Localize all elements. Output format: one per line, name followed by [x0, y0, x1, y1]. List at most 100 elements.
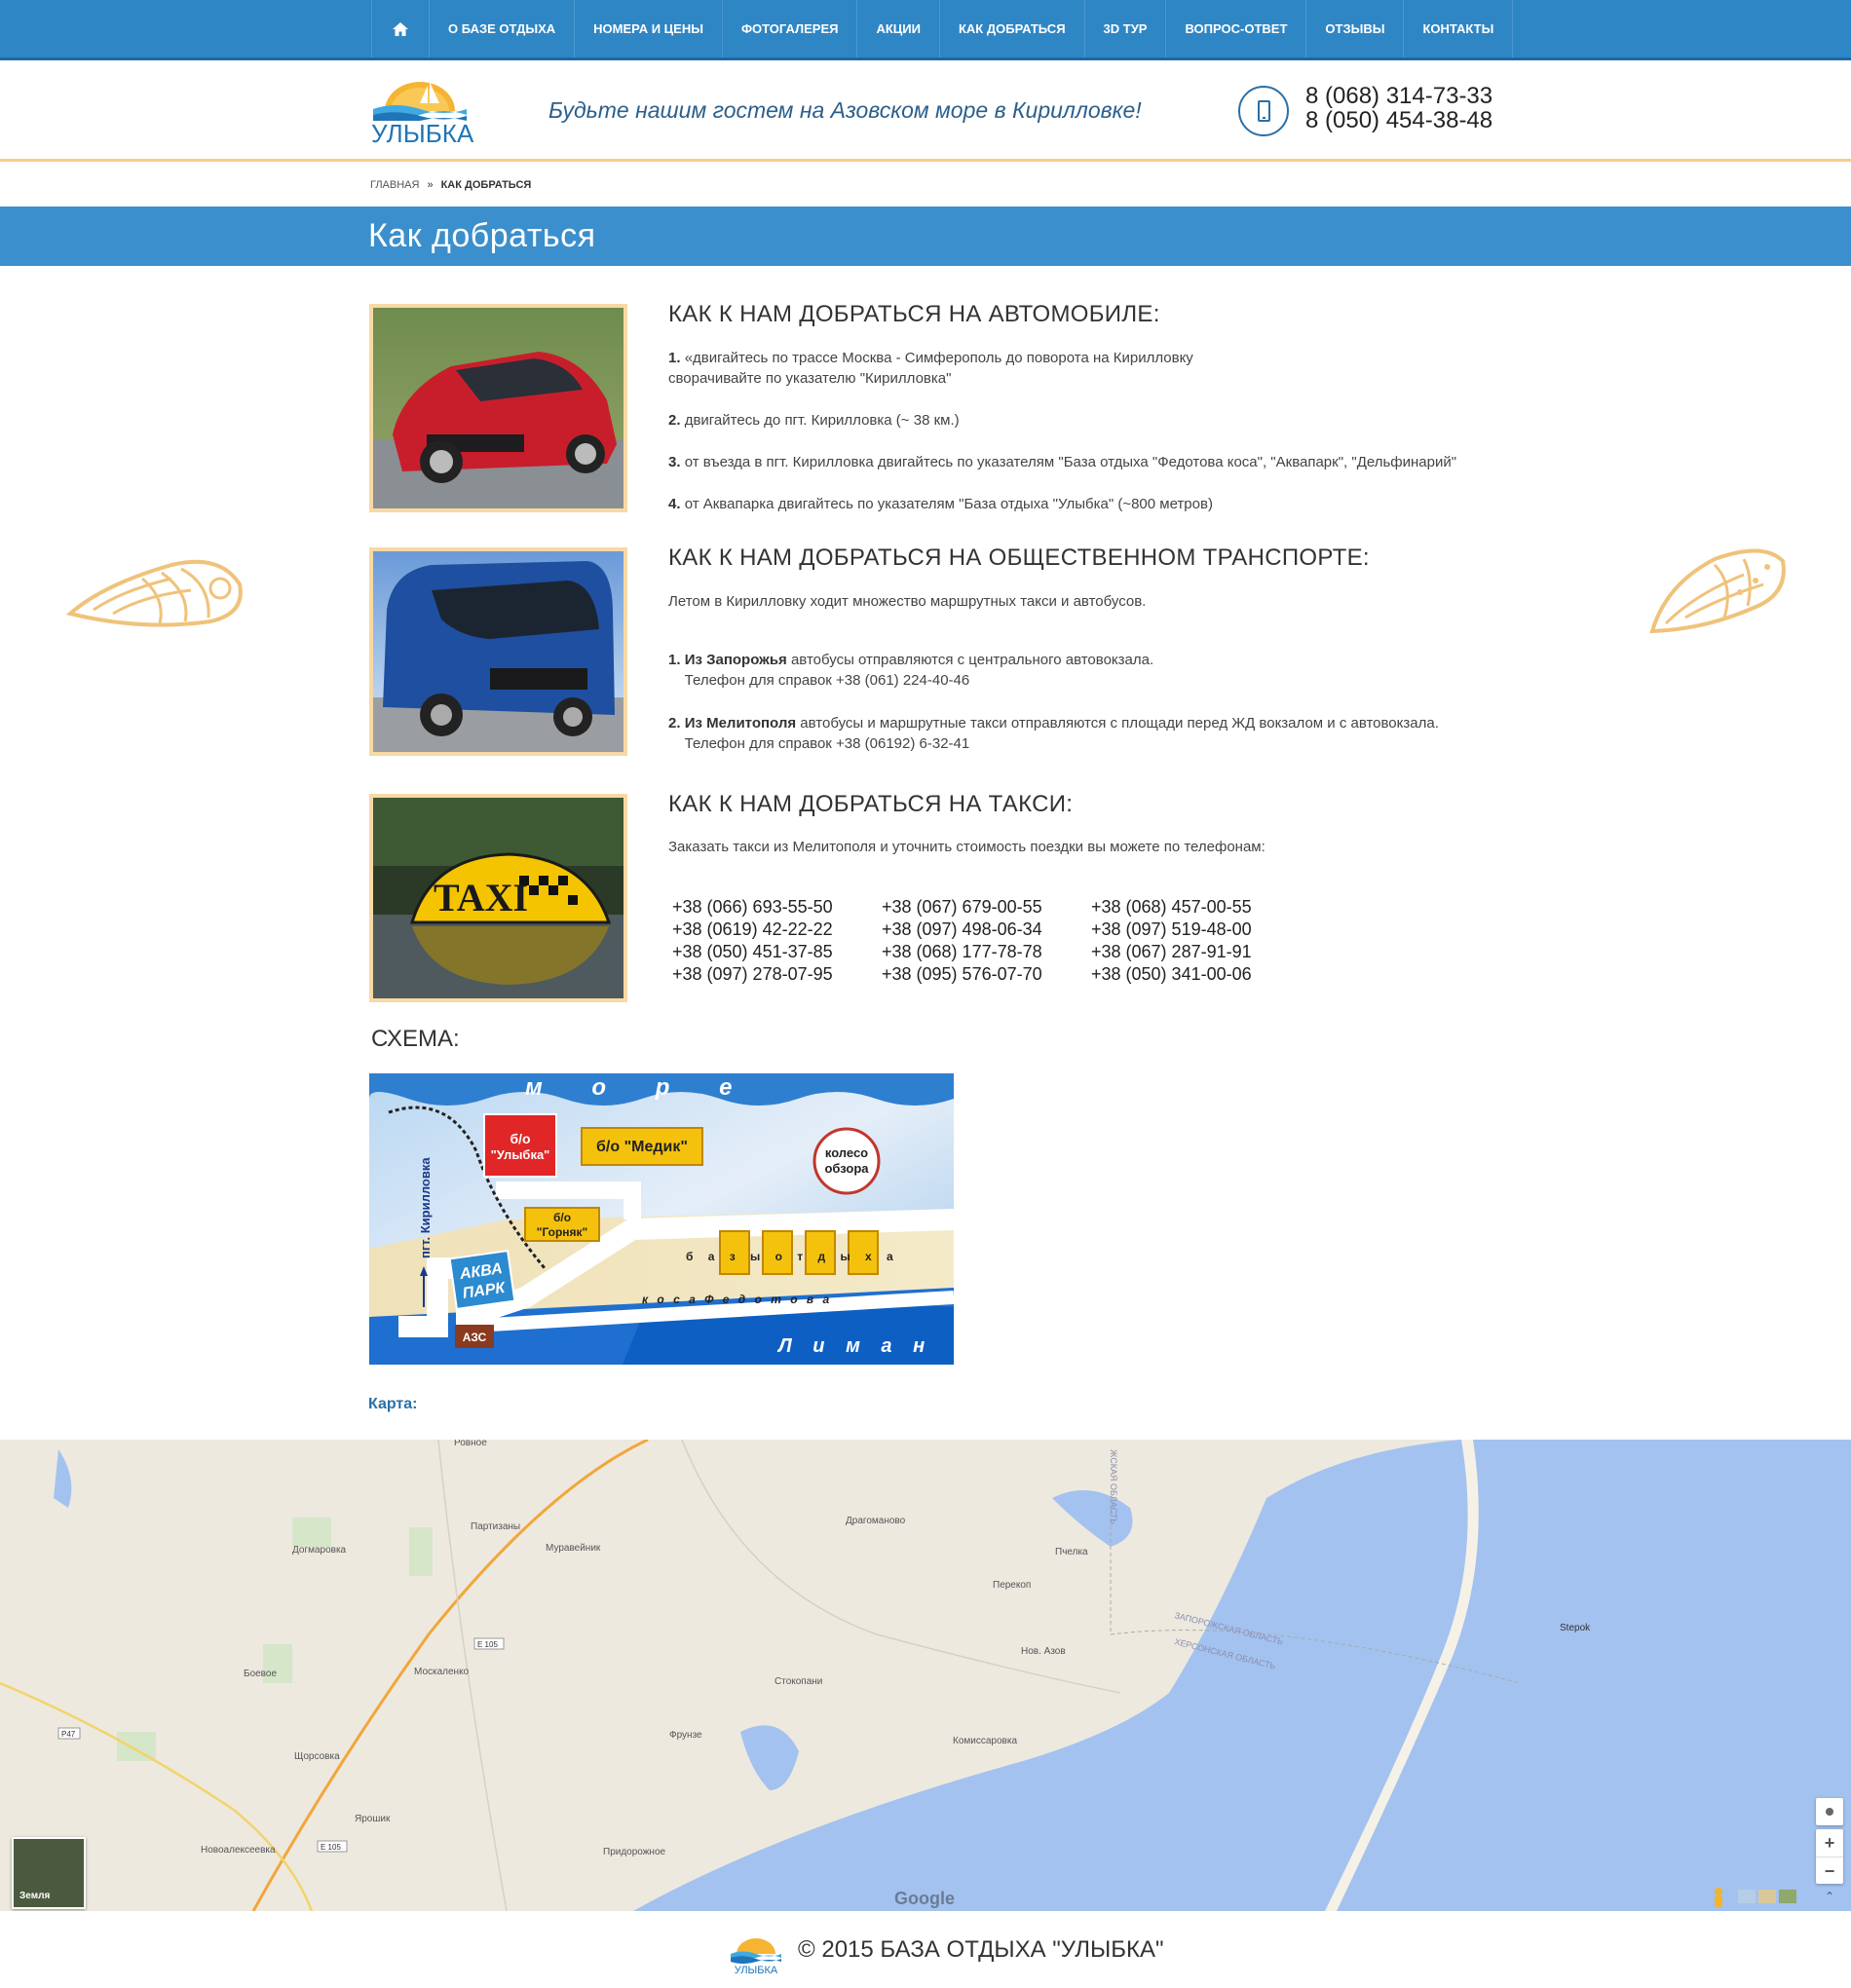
blue-minibus-image — [373, 551, 623, 752]
scheme-gornyak-line1: б/о — [553, 1211, 571, 1224]
taxi-phone[interactable]: +38 (068) 177-78-78 — [882, 942, 1091, 962]
zoom-in-button[interactable]: + — [1816, 1829, 1843, 1857]
taxi-section-title: КАК К НАМ ДОБРАТЬСЯ НА ТАКСИ: — [668, 791, 1074, 817]
nav-gallery[interactable]: ФОТОГАЛЕРЕЯ — [723, 0, 858, 57]
page-title: Как добраться — [368, 217, 596, 254]
scheme-bases-label: б а з ы о т д ы х а — [686, 1250, 899, 1263]
footer-logo-text: УЛЫБКА — [735, 1965, 778, 1975]
earth-view-toggle[interactable]: Земля — [12, 1837, 86, 1909]
map-place: Нов. Азов — [1021, 1646, 1066, 1657]
earth-view-label: Земля — [19, 1891, 51, 1901]
taxi-phone[interactable]: +38 (068) 457-00-55 — [1091, 897, 1301, 918]
location-target-icon — [1826, 1808, 1833, 1816]
step-text: двигайтесь до пгт. Кирилловка (~ 38 км.) — [684, 412, 960, 429]
taxi-phone[interactable]: +38 (050) 451-37-85 — [672, 942, 882, 962]
nav-home[interactable] — [372, 0, 430, 57]
map-road-label: E 105 — [477, 1640, 498, 1649]
taxi-phone[interactable]: +38 (066) 693-55-50 — [672, 897, 882, 918]
street-view-pegman-icon[interactable] — [1707, 1886, 1730, 1909]
seashell-left-icon — [65, 559, 243, 627]
step-number: 2. — [668, 412, 681, 429]
taxi-phone[interactable]: +38 (067) 287-91-91 — [1091, 942, 1301, 962]
my-location-button[interactable] — [1816, 1798, 1843, 1825]
taxi-phone[interactable]: +38 (0619) 42-22-22 — [672, 919, 882, 940]
nav-how-to-get[interactable]: КАК ДОБРАТЬСЯ — [940, 0, 1085, 57]
taxi-phone[interactable]: +38 (097) 519-48-00 — [1091, 919, 1301, 940]
top-navigation: О БАЗЕ ОТДЫХА НОМЕРА И ЦЕНЫ ФОТОГАЛЕРЕЯ … — [0, 0, 1851, 60]
home-icon — [393, 21, 408, 36]
map-type-thumb[interactable] — [1738, 1890, 1756, 1903]
footer-logo[interactable]: УЛЫБКА — [729, 1932, 783, 1975]
logo[interactable]: УЛЫБКА — [371, 76, 474, 149]
scheme-sea-label: м о р е — [525, 1074, 753, 1101]
step-number: 1. — [668, 652, 681, 668]
tagline: Будьте нашим гостем на Азовском море в К… — [548, 97, 1142, 123]
map-place: Ярошик — [355, 1814, 391, 1824]
breadcrumb-home[interactable]: ГЛАВНАЯ — [370, 179, 419, 191]
nav-3d-tour[interactable]: 3D ТУР — [1085, 0, 1167, 57]
nav-reviews[interactable]: ОТЗЫВЫ — [1306, 0, 1405, 57]
taxi-phone[interactable]: +38 (095) 576-07-70 — [882, 964, 1091, 985]
zoom-out-button[interactable]: − — [1816, 1857, 1843, 1884]
route-text: автобусы отправляются с центрального авт… — [790, 652, 1154, 668]
map-type-thumb[interactable] — [1758, 1890, 1776, 1903]
nav-faq[interactable]: ВОПРОС-ОТВЕТ — [1166, 0, 1307, 57]
route-origin: Из Мелитополя — [684, 715, 797, 731]
scheme-town-label: пгт. Кирилловка — [418, 1157, 433, 1258]
map-place: Драгоманово — [846, 1516, 906, 1526]
taxi-phone[interactable]: +38 (097) 278-07-95 — [672, 964, 882, 985]
taxi-phone[interactable]: +38 (067) 679-00-55 — [882, 897, 1091, 918]
nav-promotions[interactable]: АКЦИИ — [857, 0, 940, 57]
map-place: Партизаны — [471, 1521, 520, 1532]
site-footer: УЛЫБКА © 2015 БАЗА ОТДЫХА "УЛЫБКА" — [0, 1917, 1851, 1988]
scheme-gornyak-line2: "Горняк" — [537, 1225, 588, 1239]
route-phone: Телефон для справок +38 (06192) 6-32-41 — [684, 735, 970, 752]
car-step-3: 3. от въезда в пгт. Кирилловка двигайтес… — [668, 452, 1456, 472]
map-place: Боевое — [244, 1669, 277, 1679]
map-region-label: ЖСКАЯ ОБЛАСТЬ — [1109, 1449, 1118, 1524]
mobile-phone-icon — [1238, 86, 1289, 136]
scheme-wheel-line2: обзора — [824, 1161, 869, 1176]
copyright-text: © 2015 БАЗА ОТДЫХА "УЛЫБКА" — [798, 1936, 1164, 1963]
location-scheme: м о р е б/о "Улыбка" б/о "Медик" колесо … — [369, 1073, 954, 1365]
map-place: Придорожное — [603, 1847, 666, 1857]
scheme-liman-label: Л и м а н — [776, 1335, 932, 1357]
title-band: Как добраться — [0, 206, 1851, 266]
taxi-phone[interactable]: +38 (050) 341-00-06 — [1091, 964, 1301, 985]
logo-text: УЛЫБКА — [371, 119, 474, 148]
google-map[interactable]: Ровное Партизаны Догмаровка Муравейник Д… — [0, 1440, 1851, 1911]
taxi-photo: TAXI — [369, 794, 627, 1002]
expand-chevron-icon[interactable]: ⌃ — [1822, 1890, 1837, 1905]
step-number: 4. — [668, 496, 681, 512]
map-place: Догмаровка — [292, 1545, 347, 1556]
schema-title: СХЕМА: — [371, 1026, 460, 1052]
breadcrumb-separator: » — [427, 179, 434, 191]
map-type-thumb[interactable] — [1779, 1890, 1796, 1903]
scheme-ulybka-line2: "Улыбка" — [491, 1147, 550, 1162]
map-canvas: Ровное Партизаны Догмаровка Муравейник Д… — [0, 1440, 1851, 1911]
step-number: 3. — [668, 454, 681, 470]
map-place: Муравейник — [546, 1543, 601, 1554]
car-step-1: 1. «двигайтесь по трассе Москва - Симфер… — [668, 348, 1193, 389]
taxi-phone[interactable]: +38 (097) 498-06-34 — [882, 919, 1091, 940]
red-car-image — [373, 308, 623, 508]
nav-about[interactable]: О БАЗЕ ОТДЫХА — [430, 0, 576, 57]
map-road-label: P47 — [61, 1730, 76, 1739]
car-step-4: 4. от Аквапарка двигайтесь по указателям… — [668, 494, 1213, 514]
google-logo: Google — [894, 1889, 955, 1908]
map-place: Stepok — [1560, 1623, 1591, 1633]
route-origin: Из Запорожья — [684, 652, 787, 668]
site-header: УЛЫБКА Будьте нашим гостем на Азовском м… — [0, 60, 1851, 162]
nav-rooms-prices[interactable]: НОМЕРА И ЦЕНЫ — [575, 0, 723, 57]
header-phone-2[interactable]: 8 (050) 454-38-48 — [1305, 108, 1492, 132]
header-phone-1[interactable]: 8 (068) 314-73-33 — [1305, 84, 1492, 108]
map-place: Перекоп — [993, 1580, 1031, 1591]
bus-route-1: 1. Из Запорожья автобусы отправляются с … — [668, 650, 1153, 691]
scheme-wheel-line1: колесо — [825, 1145, 868, 1160]
nav-contacts[interactable]: КОНТАКТЫ — [1404, 0, 1514, 57]
seashell-right-icon — [1649, 548, 1786, 634]
zoom-controls: + − — [1816, 1829, 1843, 1884]
car-photo — [369, 304, 627, 512]
logo-sun-waves-icon — [373, 82, 467, 121]
map-type-thumbnails[interactable] — [1738, 1890, 1798, 1905]
